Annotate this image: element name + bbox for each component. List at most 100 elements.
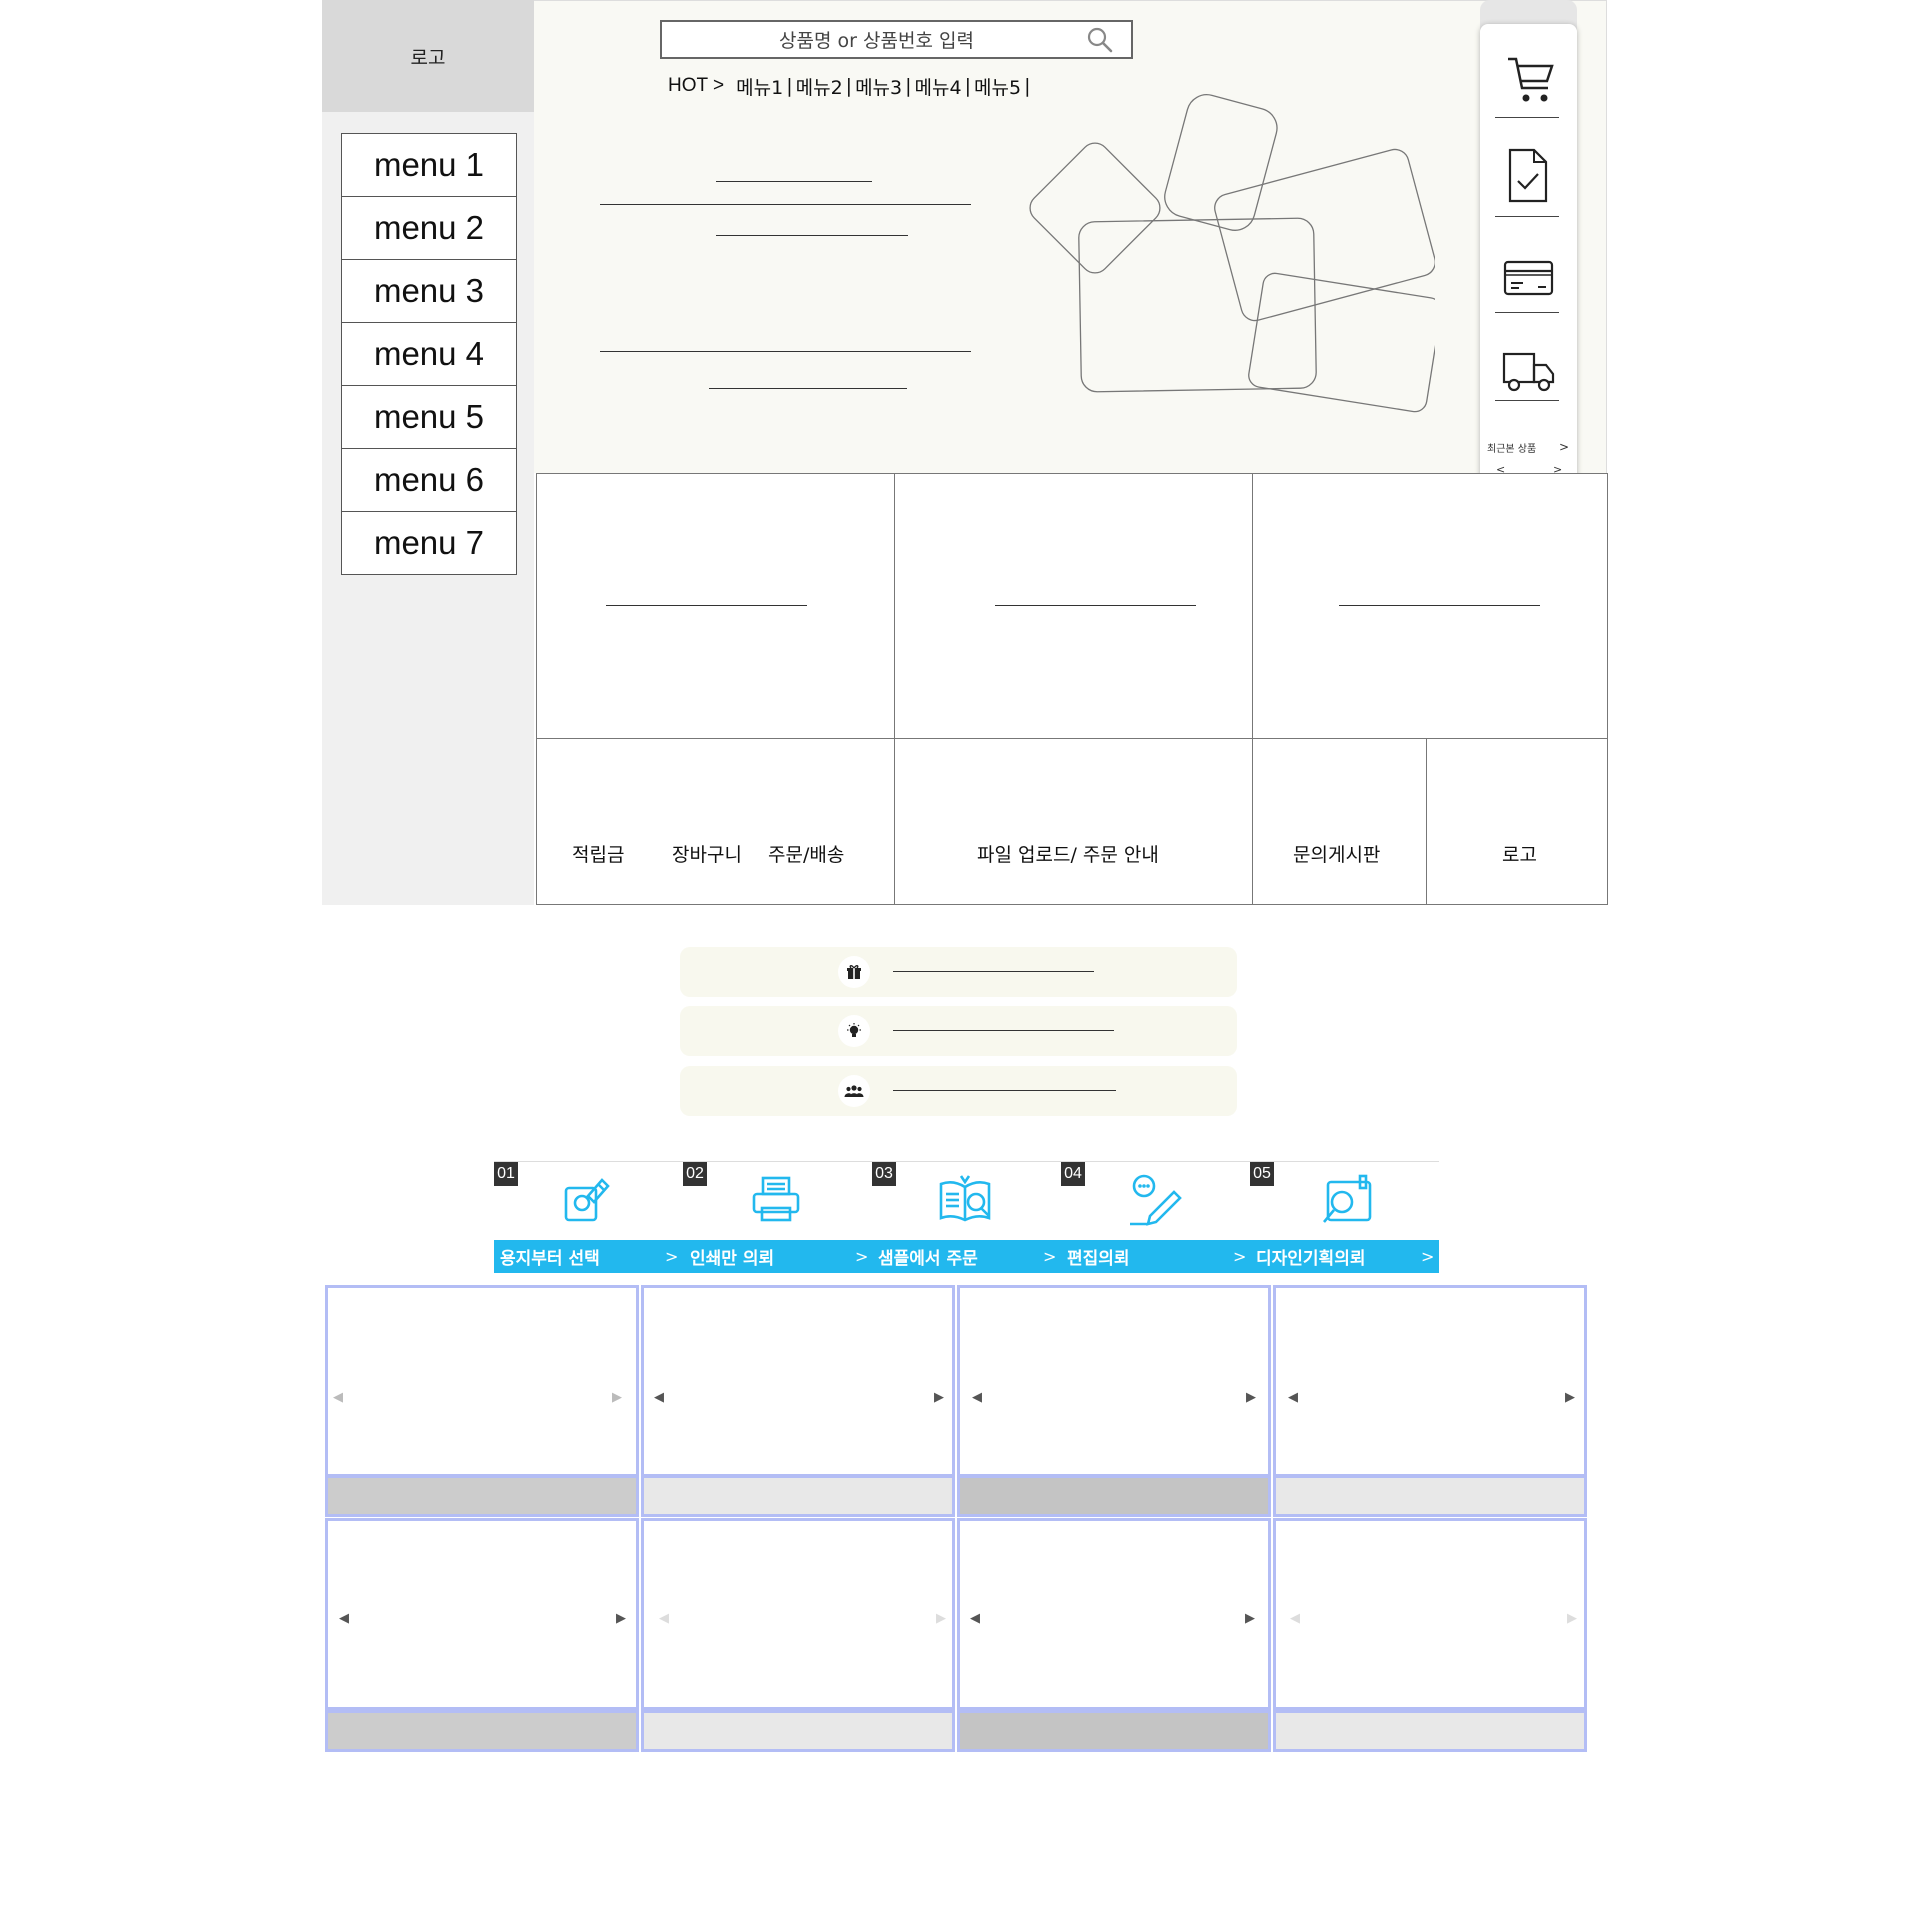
product-slider-2[interactable] — [641, 1285, 955, 1477]
step-arrow: > — [1421, 1247, 1435, 1266]
product-slider-1[interactable] — [325, 1285, 639, 1477]
order-delivery-link[interactable]: 주문/배송 — [768, 840, 844, 867]
file-upload-box[interactable] — [894, 738, 1253, 905]
product-caption — [957, 1475, 1271, 1517]
step-label-print-only[interactable]: 인쇄만 의뢰 — [690, 1240, 774, 1273]
product-caption — [641, 1710, 955, 1752]
step-number: 03 — [872, 1162, 896, 1186]
cart-link[interactable]: 장바구니 — [672, 840, 742, 867]
separator: | — [786, 75, 793, 97]
step-label-edit-request[interactable]: 편집의뢰 — [1067, 1240, 1130, 1273]
cart-icon[interactable] — [1500, 50, 1557, 107]
info-pill-1[interactable] — [680, 947, 1237, 997]
logo[interactable]: 로고 — [322, 0, 534, 112]
slider-next-arrow[interactable]: ▶ — [1246, 1390, 1256, 1405]
recent-products-more[interactable]: > — [1559, 440, 1569, 454]
content-box-1[interactable] — [536, 473, 895, 739]
search-placeholder: 상품명 or 상품번호 입력 — [779, 30, 974, 52]
points-link[interactable]: 적립금 — [572, 840, 624, 867]
placeholder-line — [995, 605, 1196, 606]
product-caption — [641, 1475, 955, 1517]
hot-menu-4[interactable]: 메뉴4 — [915, 73, 962, 100]
placeholder-line — [893, 971, 1094, 972]
step-label-sample-order[interactable]: 샘플에서 주문 — [878, 1240, 978, 1273]
slider-prev-arrow[interactable]: ◀ — [339, 1611, 349, 1626]
step-arrow: > — [1233, 1247, 1247, 1266]
search-input[interactable]: 상품명 or 상품번호 입력 — [660, 20, 1133, 59]
placeholder-line — [893, 1090, 1116, 1091]
sidebar-menu-6[interactable]: menu 6 — [341, 448, 517, 512]
slider-next-arrow[interactable]: ▶ — [612, 1390, 622, 1405]
product-slider-5[interactable] — [325, 1518, 639, 1710]
divider — [1495, 312, 1559, 313]
slider-prev-arrow[interactable]: ◀ — [1288, 1390, 1298, 1405]
slider-next-arrow[interactable]: ▶ — [1565, 1390, 1575, 1405]
inquiry-board-box[interactable] — [1252, 738, 1427, 905]
product-caption — [957, 1710, 1271, 1752]
hot-label: HOT > — [668, 75, 725, 96]
info-pill-3[interactable] — [680, 1066, 1237, 1116]
info-pill-2[interactable] — [680, 1006, 1237, 1056]
product-slider-6[interactable] — [641, 1518, 955, 1710]
slider-prev-arrow[interactable]: ◀ — [972, 1390, 982, 1405]
separator: | — [905, 75, 912, 97]
slider-next-arrow[interactable]: ▶ — [934, 1390, 944, 1405]
paper-select-icon[interactable] — [558, 1172, 614, 1228]
content-box-2[interactable] — [894, 473, 1253, 739]
hot-menu-3[interactable]: 메뉴3 — [855, 73, 902, 100]
step-number: 04 — [1061, 1162, 1085, 1186]
slider-next-arrow[interactable]: ▶ — [1245, 1611, 1255, 1626]
product-slider-4[interactable] — [1273, 1285, 1587, 1477]
design-search-icon[interactable] — [1318, 1172, 1374, 1228]
step-number: 01 — [494, 1162, 518, 1186]
step-label-paper[interactable]: 용지부터 선택 — [500, 1240, 600, 1273]
hot-menu-2[interactable]: 메뉴2 — [796, 73, 843, 100]
slider-next-arrow[interactable]: ▶ — [936, 1611, 946, 1626]
separator: | — [964, 75, 972, 97]
lightbulb-icon — [838, 1015, 870, 1047]
sidebar-menu-1[interactable]: menu 1 — [341, 133, 517, 197]
slider-prev-arrow[interactable]: ◀ — [970, 1611, 980, 1626]
slider-prev-arrow[interactable]: ◀ — [1290, 1611, 1300, 1626]
product-caption — [1273, 1710, 1587, 1752]
inquiry-board-label: 문의게시판 — [1293, 844, 1381, 866]
sidebar-menu-2[interactable]: menu 2 — [341, 196, 517, 260]
sidebar-menu-3[interactable]: menu 3 — [341, 259, 517, 323]
delivery-truck-icon[interactable] — [1500, 343, 1557, 400]
placeholder-line — [1339, 605, 1540, 606]
slider-next-arrow[interactable]: ▶ — [616, 1611, 626, 1626]
product-caption — [325, 1710, 639, 1752]
divider — [1495, 216, 1559, 217]
slider-prev-arrow[interactable]: ◀ — [333, 1390, 343, 1405]
separator: | — [845, 75, 853, 97]
people-icon — [838, 1075, 870, 1107]
product-caption — [325, 1475, 639, 1517]
placeholder-line — [600, 204, 971, 205]
search-icon[interactable] — [1086, 26, 1114, 54]
sidebar-menu-5[interactable]: menu 5 — [341, 385, 517, 449]
steps-top-border — [494, 1161, 1439, 1162]
sidebar-menu-4[interactable]: menu 4 — [341, 322, 517, 386]
bottom-logo-box[interactable] — [1426, 738, 1608, 905]
placeholder-line — [709, 388, 907, 389]
credit-card-icon[interactable] — [1500, 250, 1557, 307]
sample-book-icon[interactable] — [937, 1172, 993, 1228]
hot-menu-1[interactable]: 메뉴1 — [736, 73, 783, 100]
placeholder-line — [716, 181, 872, 182]
checked-document-icon[interactable] — [1500, 147, 1557, 204]
product-slider-3[interactable] — [957, 1285, 1271, 1477]
content-box-3[interactable] — [1252, 473, 1608, 739]
slider-next-arrow[interactable]: ▶ — [1567, 1611, 1577, 1626]
slider-prev-arrow[interactable]: ◀ — [654, 1390, 664, 1405]
edit-pencil-icon[interactable] — [1126, 1172, 1182, 1228]
step-label-design-request[interactable]: 디자인기획의뢰 — [1256, 1240, 1365, 1273]
bottom-logo-label: 로고 — [1502, 844, 1537, 866]
product-slider-8[interactable] — [1273, 1518, 1587, 1710]
divider — [1495, 117, 1559, 118]
sidebar-menu-7[interactable]: menu 7 — [341, 511, 517, 575]
slider-prev-arrow[interactable]: ◀ — [659, 1611, 669, 1626]
printer-icon[interactable] — [748, 1172, 804, 1228]
product-slider-7[interactable] — [957, 1518, 1271, 1710]
hot-menu-bar: HOT > 메뉴1 | 메뉴2 | 메뉴3 | 메뉴4 | 메뉴5 | — [668, 72, 1033, 100]
step-arrow: > — [665, 1247, 679, 1266]
